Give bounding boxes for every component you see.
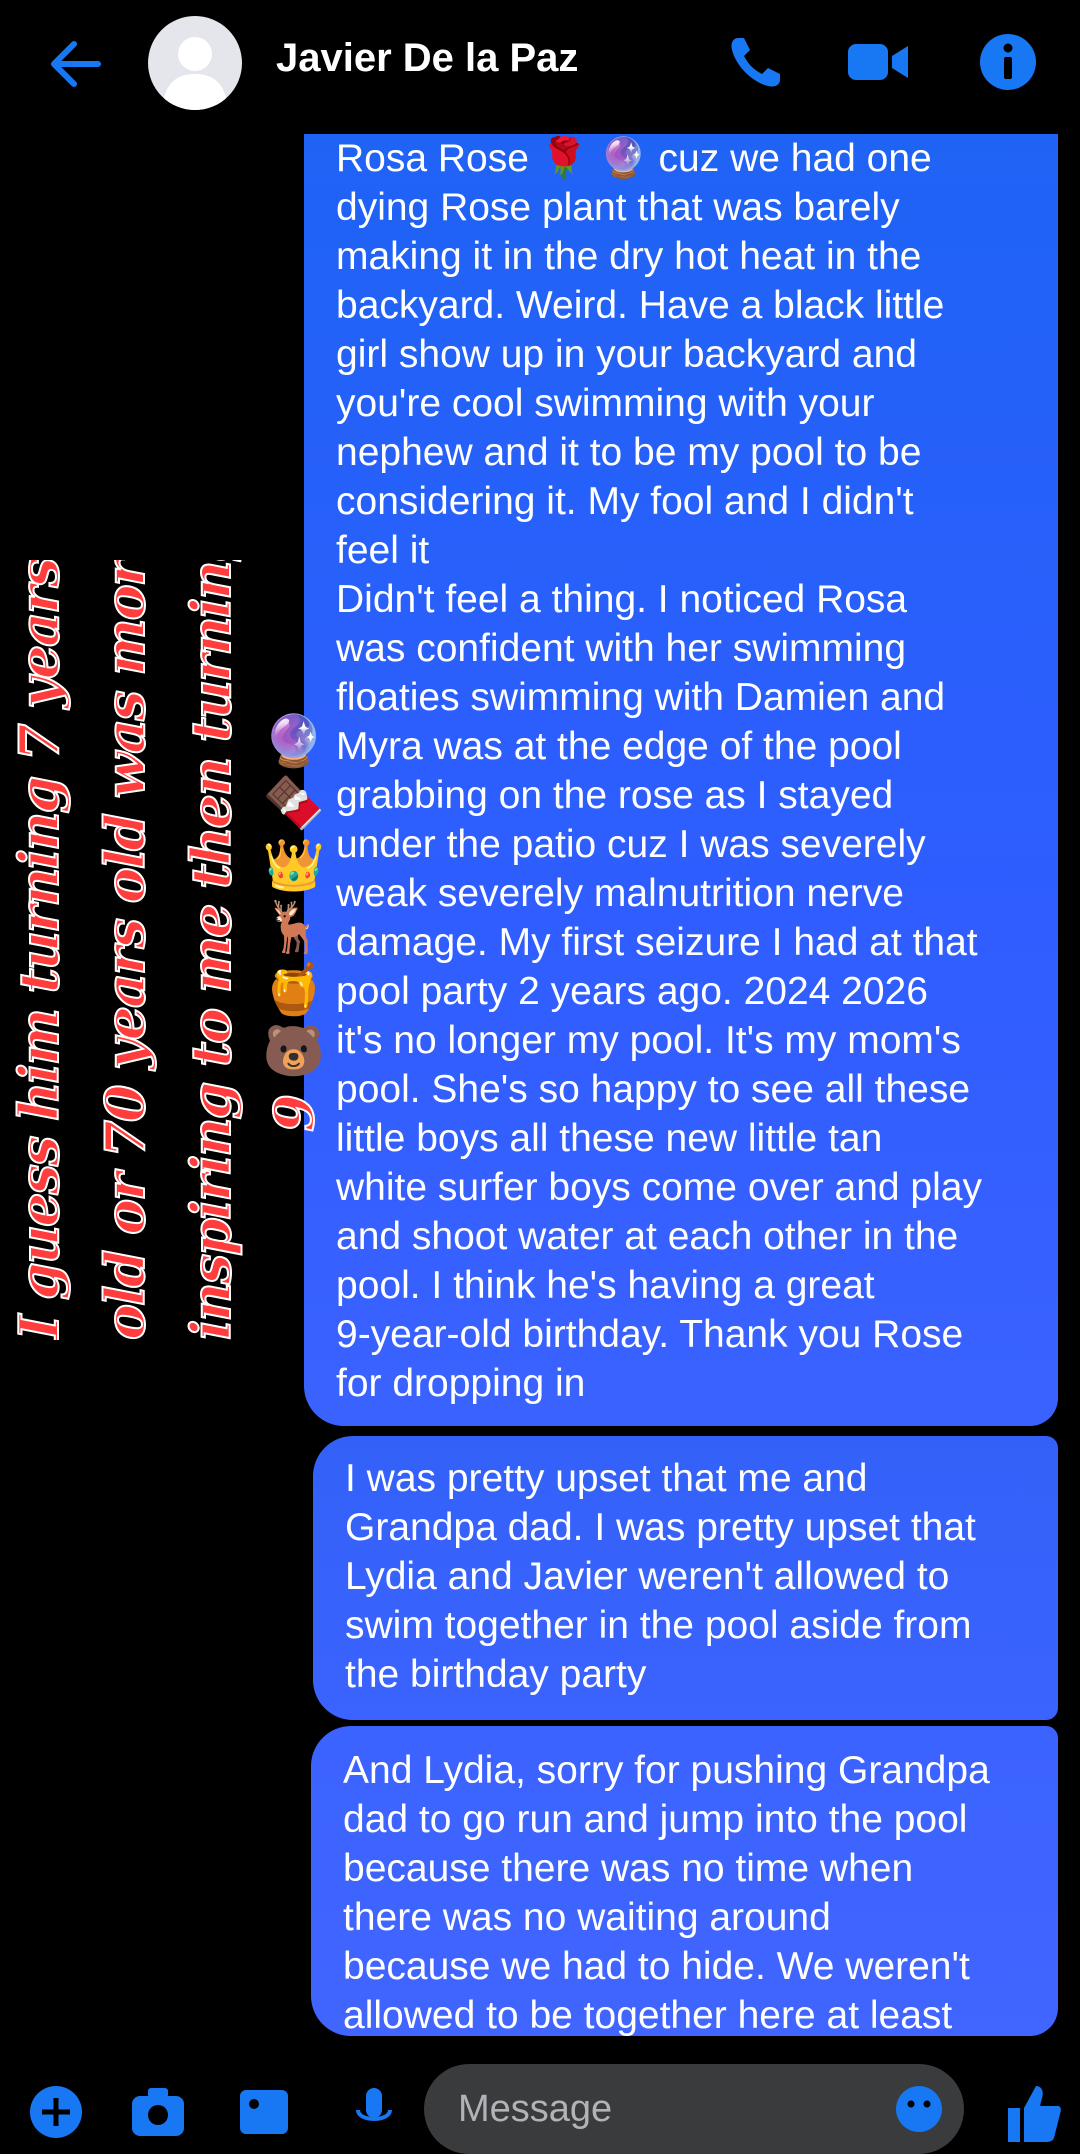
info-icon[interactable] (976, 30, 1040, 94)
default-avatar-icon (162, 37, 228, 110)
message-text: Rosa Rose 🌹 🔮 cuz we had one dying Rose … (336, 137, 982, 1405)
video-camera-icon[interactable] (846, 30, 910, 94)
crystal-ball-emoji: 🔮 (262, 713, 326, 769)
message-bubble[interactable]: And Lydia, sorry for pushing Grandpa dad… (311, 1726, 1058, 2036)
bear-emoji: 🐻 (262, 1023, 326, 1079)
emoji-sticker-column: 🔮 🍫 👑 🦌 🍯 🐻 9 (261, 710, 327, 1144)
microphone-icon[interactable] (346, 2084, 402, 2140)
crown-emoji: 👑 (262, 837, 326, 893)
camera-icon[interactable] (130, 2084, 186, 2140)
message-text: I was pretty upset that me and Grandpa d… (345, 1457, 976, 1696)
chocolate-emoji: 🍫 (262, 775, 326, 831)
sticker-line: old or 70 years old was more (92, 560, 158, 1340)
like-icon[interactable] (1002, 2082, 1062, 2142)
message-text: And Lydia, sorry for pushing Grandpa dad… (343, 1749, 990, 2036)
sticker-line: inspiring to me then turning (178, 560, 244, 1340)
message-placeholder: Message (458, 2088, 613, 2130)
deer-emoji: 🦌 (262, 899, 326, 955)
sticker-number: 9 (261, 1093, 327, 1133)
honey-pot-emoji: 🍯 (262, 961, 326, 1017)
message-input[interactable]: Message (424, 2064, 964, 2154)
text-sticker: I guess him turning 7 years old or 70 ye… (0, 560, 300, 1340)
plus-icon[interactable] (28, 2084, 84, 2140)
phone-icon[interactable] (724, 30, 788, 94)
avatar[interactable] (148, 16, 242, 110)
sticker-line: I guess him turning 7 years (6, 560, 72, 1340)
gallery-icon[interactable] (236, 2084, 292, 2140)
conversation-header: Javier De la Paz (0, 0, 1080, 128)
message-bubble[interactable]: I was pretty upset that me and Grandpa d… (313, 1436, 1058, 1720)
back-arrow-icon[interactable] (44, 36, 104, 92)
message-bubble[interactable]: Rosa Rose 🌹 🔮 cuz we had one dying Rose … (304, 134, 1058, 1426)
contact-name[interactable]: Javier De la Paz (276, 36, 578, 81)
emoji-icon[interactable] (894, 2084, 944, 2134)
